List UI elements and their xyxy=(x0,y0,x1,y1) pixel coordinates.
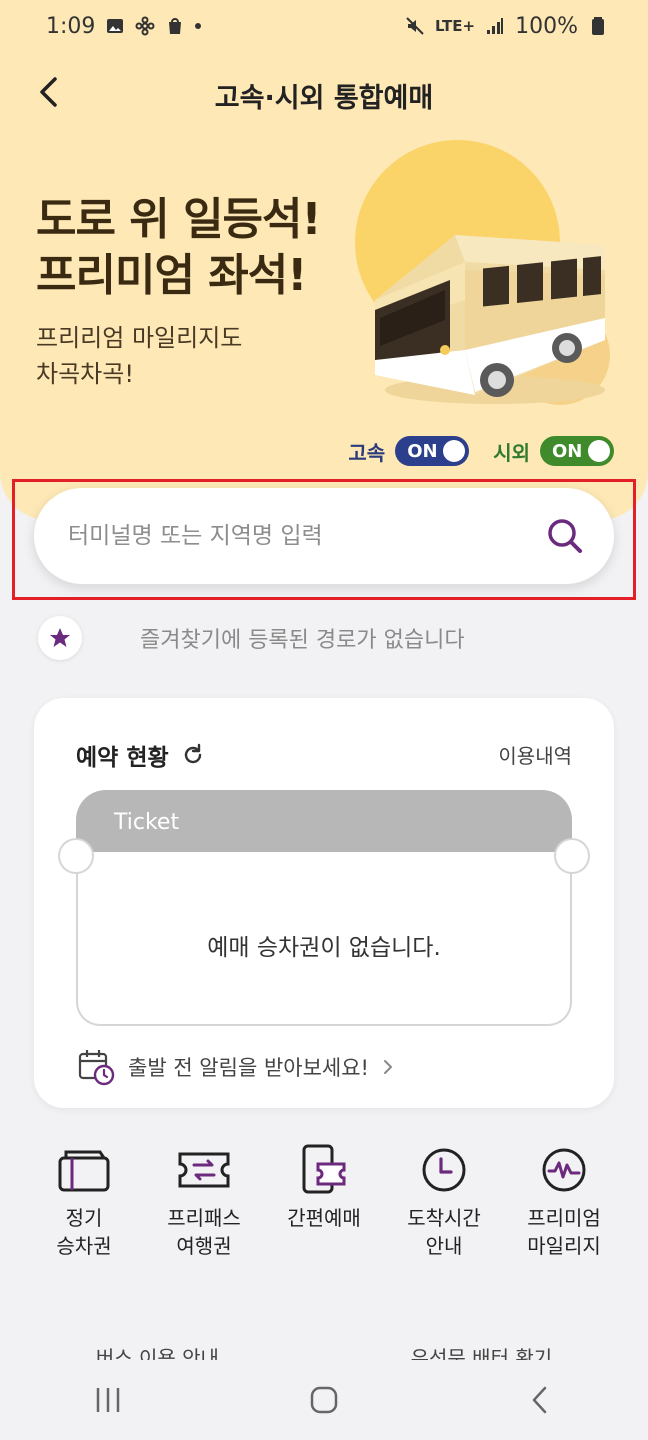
shortcut-label-line1: 프리패스 xyxy=(167,1206,241,1230)
home-button[interactable] xyxy=(294,1370,354,1430)
system-navigation-bar xyxy=(0,1360,648,1440)
shortcut-label-line1: 간편예매 xyxy=(287,1206,361,1230)
recent-apps-icon xyxy=(96,1388,120,1412)
toggle-knob xyxy=(443,440,466,462)
calendar-clock-icon xyxy=(78,1050,115,1086)
refresh-icon[interactable] xyxy=(181,743,205,767)
status-time: 1:09 xyxy=(46,13,96,39)
shortcut-label: 프리미엄 마일리지 xyxy=(527,1204,601,1260)
mute-icon xyxy=(406,17,424,35)
ticket-notch-left xyxy=(58,838,94,874)
system-back-button[interactable] xyxy=(510,1370,570,1430)
shortcut-label: 도착시간 안내 xyxy=(407,1204,481,1260)
signal-icon xyxy=(487,18,504,34)
reservation-status-card: 예약 현황 이용내역 Ticket 예매 승차권이 없습니다. 출발 전 알림을… xyxy=(34,698,614,1108)
top-app-bar: 고속·시외 통합예매 xyxy=(0,62,648,122)
promo-banner[interactable]: 고속·시외 통합예매 도로 위 일등석! 프리미엄 좌석! 프리리엄 마일리지도… xyxy=(0,0,648,520)
intercity-toggle-state: ON xyxy=(552,440,583,462)
banner-subline-line1: 프리리엄 마일리지도 xyxy=(36,324,243,352)
freepass-icon xyxy=(176,1142,232,1198)
status-left: 1:09 xyxy=(46,13,202,39)
favorites-button[interactable] xyxy=(38,616,82,660)
banner-headline-line1: 도로 위 일등석! xyxy=(36,194,322,245)
shortcut-label-line1: 정기 xyxy=(65,1206,103,1230)
battery-percent: 100% xyxy=(515,13,578,39)
shortcut-arrival-time[interactable]: 도착시간 안내 xyxy=(386,1142,502,1260)
reservation-title-text: 예약 현황 xyxy=(76,745,169,771)
clock-icon xyxy=(416,1142,472,1198)
ticket-label: Ticket xyxy=(114,810,180,835)
intercity-toggle-label: 시외 xyxy=(493,440,530,465)
ticket-card-icon xyxy=(56,1142,112,1198)
express-toggle-label: 고속 xyxy=(348,440,386,465)
shortcut-label: 정기 승차권 xyxy=(56,1204,111,1260)
chevron-right-icon xyxy=(383,1060,392,1074)
battery-icon xyxy=(592,17,604,35)
mileage-icon xyxy=(536,1142,592,1198)
shopping-bag-icon xyxy=(169,18,182,34)
banner-headline-line2: 프리미엄 좌석! xyxy=(36,250,307,301)
banner-subline-line2: 차곡차곡! xyxy=(36,360,134,388)
page-title: 고속·시외 통합예매 xyxy=(214,83,434,114)
status-bar: 1:09 LTE+ 100% xyxy=(0,0,648,52)
departure-alarm-link[interactable]: 출발 전 알림을 받아보세요! xyxy=(78,1048,395,1086)
home-icon xyxy=(310,1386,338,1414)
shortcut-label-line2: 마일리지 xyxy=(527,1234,601,1258)
gallery-icon xyxy=(107,19,124,33)
shortcut-premium-mileage[interactable]: 프리미엄 마일리지 xyxy=(506,1142,622,1260)
departure-alarm-text: 출발 전 알림을 받아보세요! xyxy=(128,1056,369,1080)
shortcut-commuter-ticket[interactable]: 정기 승차권 xyxy=(26,1142,142,1260)
shortcut-label: 간편예매 xyxy=(287,1204,361,1232)
usage-history-link[interactable]: 이용내역 xyxy=(498,740,572,769)
shortcut-label-line1: 프리미엄 xyxy=(527,1206,601,1230)
banner-headline: 도로 위 일등석! 프리미엄 좌석! xyxy=(36,192,322,304)
shortcut-quick-booking[interactable]: 간편예매 xyxy=(266,1142,382,1260)
ticket-notch-right xyxy=(554,838,590,874)
network-type: LTE+ xyxy=(434,17,476,35)
search-highlight-box xyxy=(12,479,636,600)
express-toggle-state: ON xyxy=(407,440,438,462)
ticket-placeholder: Ticket 예매 승차권이 없습니다. xyxy=(58,790,590,1026)
recent-apps-button[interactable] xyxy=(78,1370,138,1430)
pinwheel-icon xyxy=(135,16,155,36)
favorites-empty-text: 즐겨찾기에 등록된 경로가 없습니다 xyxy=(140,628,465,653)
notification-dot xyxy=(195,23,202,29)
phone-ticket-icon xyxy=(296,1142,352,1198)
star-icon xyxy=(50,628,70,647)
shortcut-label-line2: 여행권 xyxy=(176,1234,232,1258)
shortcut-label-line2: 안내 xyxy=(425,1234,463,1258)
shortcut-label-line2: 승차권 xyxy=(56,1234,112,1258)
status-right: LTE+ 100% xyxy=(405,14,608,39)
toggle-knob xyxy=(588,440,610,462)
shortcut-menu: 정기 승차권 프리패스 여행권 간편예매 도착시간 안내 프리미엄 마일리지 xyxy=(26,1142,622,1260)
intercity-toggle[interactable]: ON xyxy=(540,436,614,466)
shortcut-label-line1: 도착시간 xyxy=(407,1206,481,1230)
banner-subline: 프리리엄 마일리지도 차곡차곡! xyxy=(36,320,242,392)
shortcut-label: 프리패스 여행권 xyxy=(167,1204,241,1260)
favorites-row: 즐겨찾기에 등록된 경로가 없습니다 xyxy=(38,616,610,660)
express-toggle[interactable]: ON xyxy=(395,436,470,466)
shortcut-freepass[interactable]: 프리패스 여행권 xyxy=(146,1142,262,1260)
ticket-empty-text: 예매 승차권이 없습니다. xyxy=(207,935,441,961)
ticket-header: Ticket xyxy=(76,790,572,860)
route-type-toggles: 고속 ON 시외 ON xyxy=(348,436,614,466)
back-arrow-icon xyxy=(532,1386,547,1414)
bus-illustration xyxy=(375,235,605,404)
reservation-title: 예약 현황 xyxy=(76,738,205,772)
